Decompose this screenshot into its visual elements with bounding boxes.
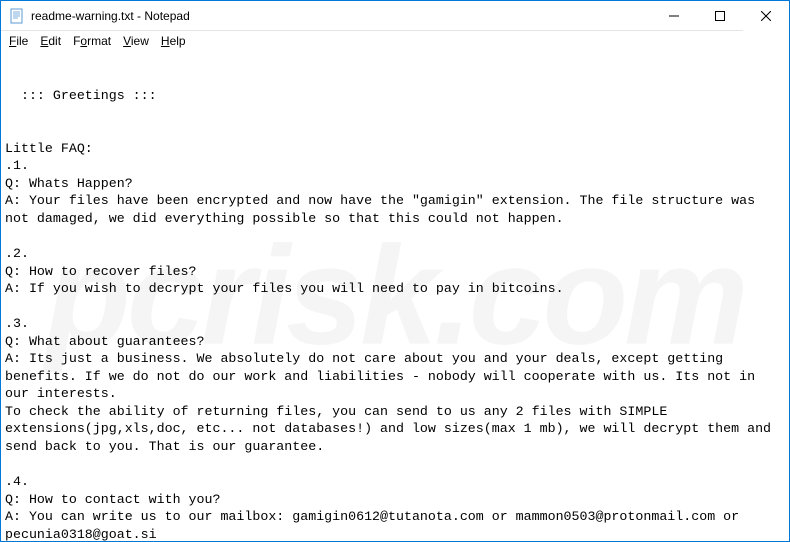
window-controls <box>651 1 789 30</box>
menu-file[interactable]: File <box>3 33 34 49</box>
text-content[interactable]: pcrisk.com ::: Greetings ::: Little FAQ:… <box>1 50 789 541</box>
minimize-button[interactable] <box>651 1 697 31</box>
menubar: File Edit Format View Help <box>1 31 789 50</box>
notepad-icon <box>9 8 25 24</box>
maximize-button[interactable] <box>697 1 743 31</box>
document-text: ::: Greetings ::: Little FAQ: .1. Q: Wha… <box>5 88 779 541</box>
menu-view[interactable]: View <box>117 33 155 49</box>
menu-help[interactable]: Help <box>155 33 192 49</box>
menu-edit[interactable]: Edit <box>34 33 67 49</box>
close-button[interactable] <box>743 1 789 31</box>
titlebar: readme-warning.txt - Notepad <box>1 1 789 31</box>
menu-format[interactable]: Format <box>67 33 117 49</box>
window-title: readme-warning.txt - Notepad <box>31 9 651 23</box>
